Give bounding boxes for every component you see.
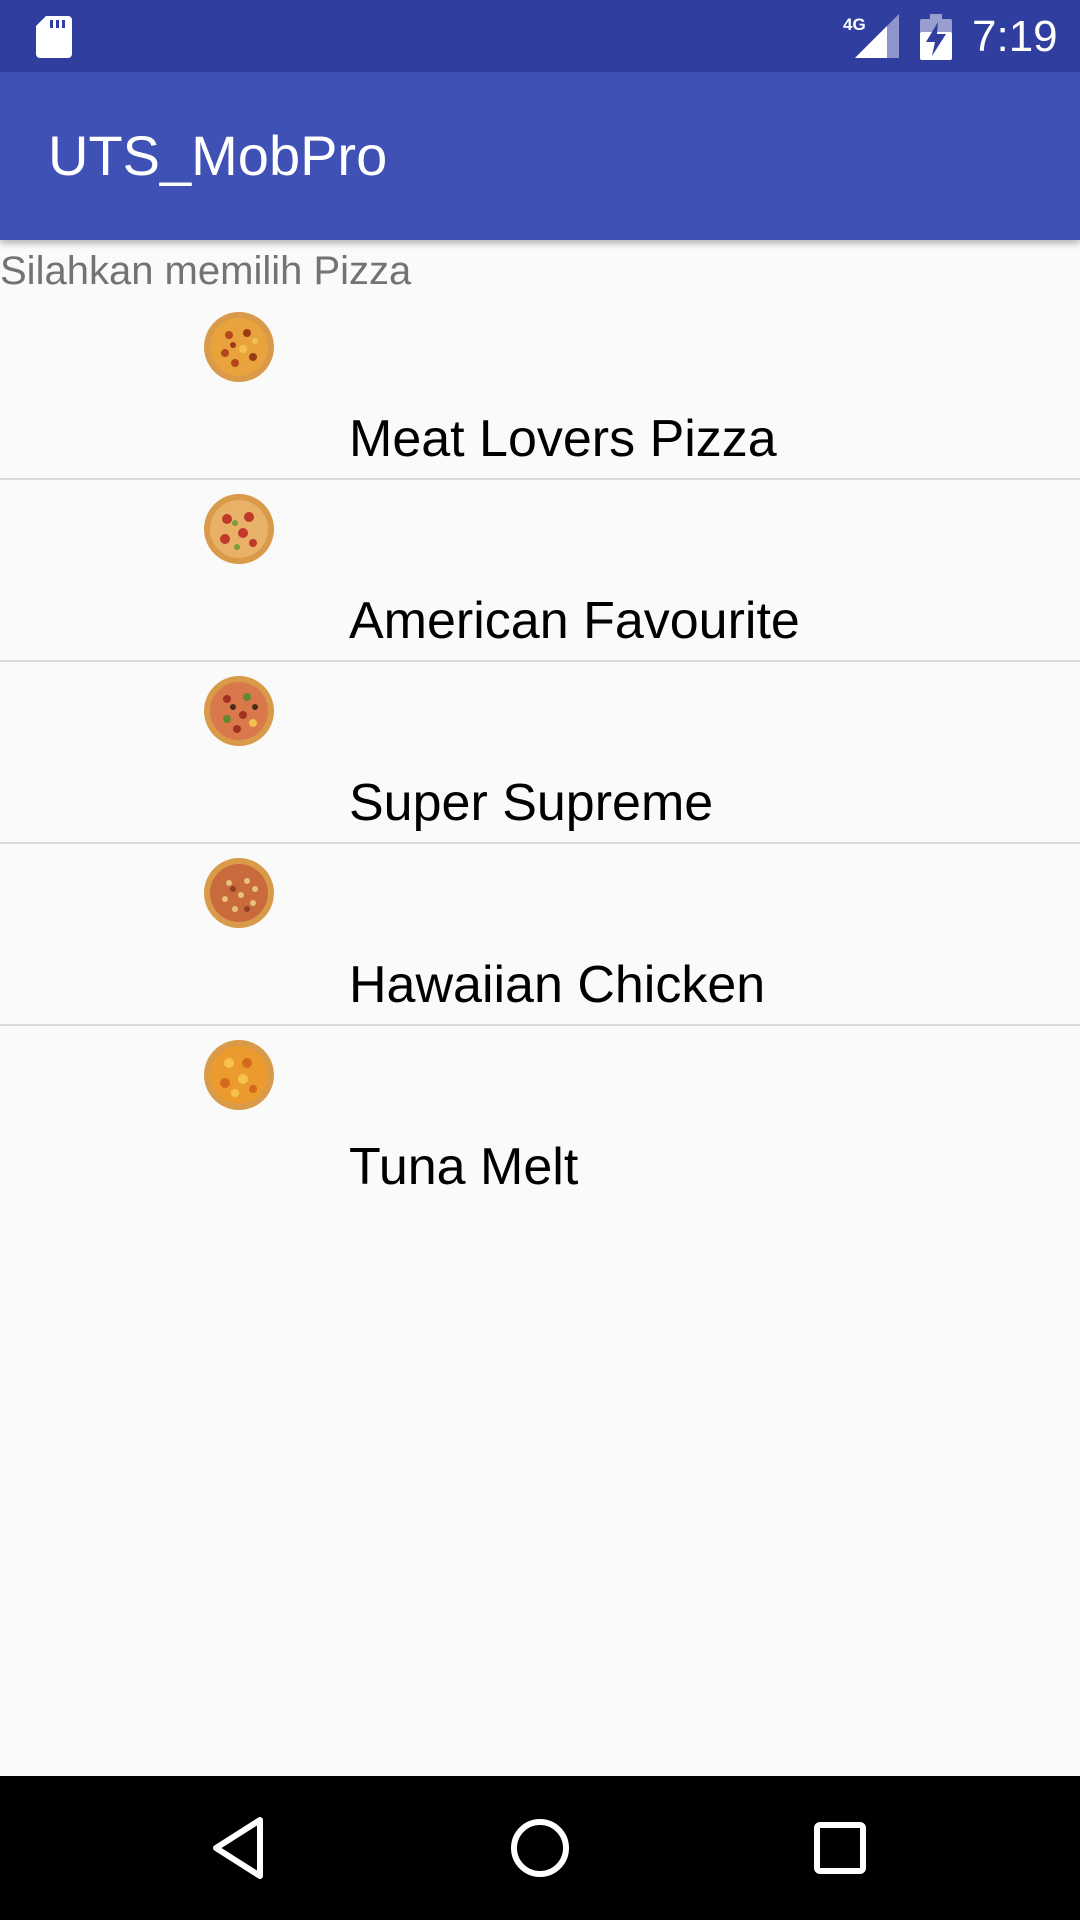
status-clock: 7:19	[972, 12, 1058, 61]
pizza-icon	[204, 858, 274, 928]
pizza-icon	[204, 676, 274, 746]
pizza-name: Super Supreme	[349, 774, 714, 832]
recents-icon[interactable]	[794, 1802, 886, 1894]
app-bar: UTS_MobPro	[0, 72, 1080, 240]
battery-charging-icon	[920, 14, 952, 60]
list-item-tuna-melt[interactable]: Tuna Melt	[0, 1026, 1080, 1208]
home-icon[interactable]	[494, 1802, 586, 1894]
back-icon[interactable]	[194, 1802, 286, 1894]
pizza-name: Meat Lovers Pizza	[349, 410, 777, 468]
network-type: 4G	[843, 15, 866, 34]
signal-icon: 4G	[843, 14, 899, 58]
pizza-icon	[204, 1040, 274, 1110]
pizza-name: American Favourite	[349, 592, 800, 650]
pizza-name: Tuna Melt	[349, 1138, 579, 1196]
pizza-name: Hawaiian Chicken	[349, 956, 766, 1014]
navigation-bar	[0, 1776, 1080, 1920]
pizza-icon	[204, 494, 274, 564]
app-title: UTS_MobPro	[48, 124, 388, 187]
list-item-super-supreme[interactable]: Super Supreme	[0, 662, 1080, 844]
list-item-hawaiian-chicken[interactable]: Hawaiian Chicken	[0, 844, 1080, 1026]
status-bar: 4G 7:19	[0, 0, 1080, 72]
pizza-prompt: Silahkan memilih Pizza	[0, 249, 412, 293]
list-item-american-favourite[interactable]: American Favourite	[0, 480, 1080, 662]
pizza-list: Meat Lovers Pizza American Favourite Sup…	[0, 298, 1080, 1208]
sd-card-icon	[36, 16, 72, 58]
pizza-icon	[204, 312, 274, 382]
list-item-meat-lovers[interactable]: Meat Lovers Pizza	[0, 298, 1080, 480]
